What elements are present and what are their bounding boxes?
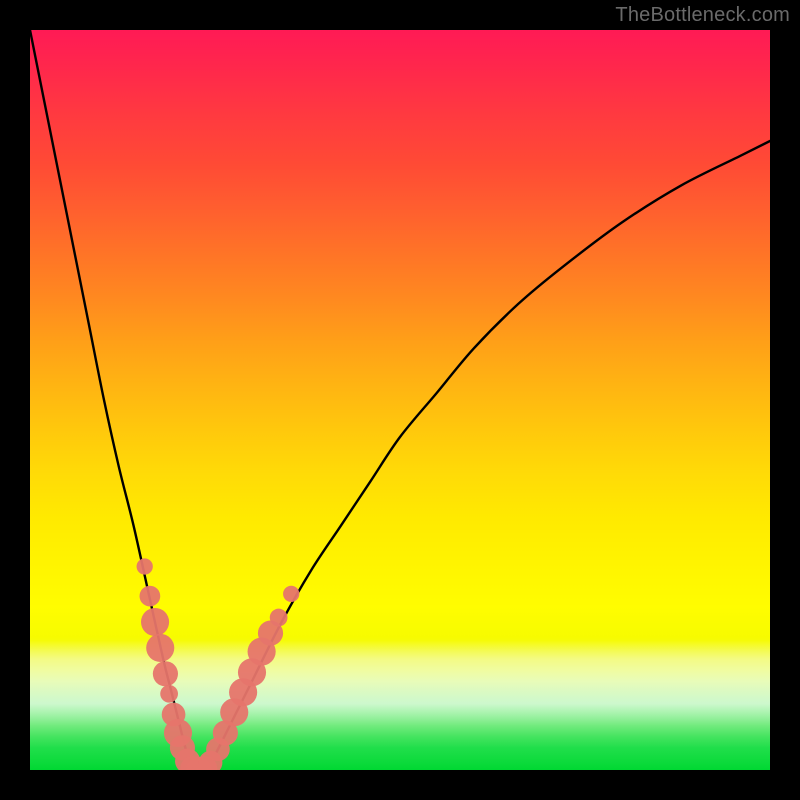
component-point	[141, 608, 169, 636]
watermark-text: TheBottleneck.com	[615, 4, 790, 27]
component-point	[140, 586, 161, 607]
component-point	[153, 661, 178, 686]
component-point	[137, 558, 153, 574]
component-point	[160, 685, 178, 703]
plot-area	[30, 30, 770, 770]
chart-stage: TheBottleneck.com	[0, 0, 800, 800]
component-point	[146, 634, 174, 662]
bottleneck-curve	[30, 30, 770, 770]
component-point	[270, 609, 288, 627]
component-points-group	[137, 558, 300, 770]
curve-layer	[30, 30, 770, 770]
component-point	[283, 586, 299, 602]
